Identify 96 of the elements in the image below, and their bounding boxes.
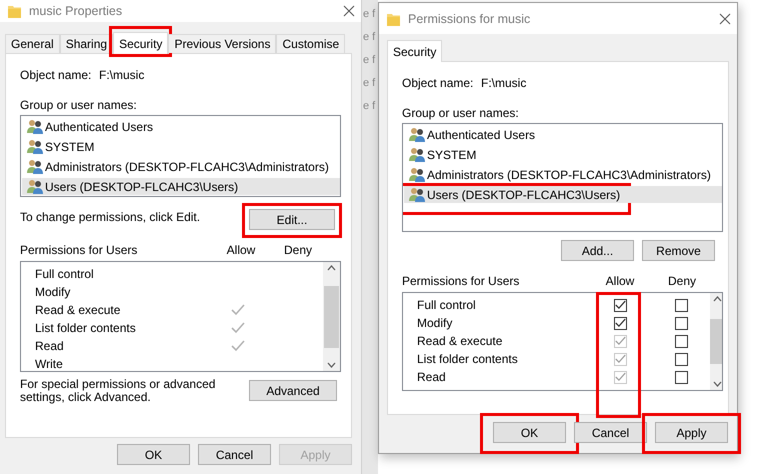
check-icon xyxy=(614,317,626,329)
background-text: e f xyxy=(363,31,376,43)
permission-name: Full control xyxy=(34,267,95,281)
user-list-item[interactable]: Administrators (DESKTOP-FLCAHC3\Administrators) xyxy=(22,158,340,175)
group-label: Group or user names: xyxy=(402,106,519,120)
check-icon xyxy=(231,304,245,316)
permission-name: Read & execute xyxy=(416,334,504,348)
remove-button[interactable]: Remove xyxy=(642,240,715,261)
user-name: Authenticated Users xyxy=(427,128,536,142)
dialog-button[interactable]: Cancel xyxy=(198,444,271,465)
tab[interactable]: Security xyxy=(113,32,168,54)
add-button[interactable]: Add... xyxy=(561,240,634,261)
scroll-up-icon[interactable] xyxy=(713,296,722,302)
permission-name: Full control xyxy=(416,298,477,312)
tab[interactable]: Previous Versions xyxy=(168,34,276,53)
check-icon xyxy=(614,371,626,383)
tab[interactable]: Security xyxy=(387,40,442,62)
user-list-item[interactable]: Users (DESKTOP-FLCAHC3\Users) xyxy=(22,178,340,195)
users-icon xyxy=(409,167,425,182)
allow-checkbox[interactable] xyxy=(614,316,626,330)
window-title: Permissions for music xyxy=(408,12,532,26)
check-icon xyxy=(614,353,626,365)
user-list-item[interactable]: Users (DESKTOP-FLCAHC3\Users) xyxy=(404,186,722,203)
user-name: Authenticated Users xyxy=(45,120,154,134)
deny-checkbox[interactable] xyxy=(674,334,688,348)
users-icon xyxy=(27,139,43,154)
users-icon xyxy=(27,119,43,134)
object-label: Object name: xyxy=(20,68,92,82)
dialog-button[interactable]: OK xyxy=(117,444,190,465)
check-icon xyxy=(231,322,245,334)
user-list-item[interactable]: SYSTEM xyxy=(404,146,722,163)
dialog-button[interactable]: OK xyxy=(493,422,566,443)
dialog-button[interactable]: Cancel xyxy=(574,422,647,443)
scroll-down-icon[interactable] xyxy=(327,362,336,368)
scrollbar[interactable] xyxy=(323,262,340,371)
user-name: Administrators (DESKTOP-FLCAHC3\Administrators) xyxy=(45,160,329,174)
user-list-item[interactable]: Authenticated Users xyxy=(22,118,340,135)
permission-name: List folder contents xyxy=(34,321,137,335)
user-list-item[interactable]: Authenticated Users xyxy=(404,126,722,143)
scroll-up-icon[interactable] xyxy=(327,265,336,271)
group-label: Group or user names: xyxy=(20,98,137,112)
dialog-button[interactable]: Apply xyxy=(655,422,728,443)
allow-header: Allow xyxy=(604,274,636,288)
permissions-label: Permissions for Users xyxy=(402,274,520,288)
user-name: SYSTEM xyxy=(45,140,94,154)
tab[interactable]: Sharing xyxy=(60,34,114,53)
allow-checkbox[interactable] xyxy=(614,298,626,312)
users-icon xyxy=(27,159,43,174)
permission-name: Read xyxy=(416,370,447,384)
background-text: e f xyxy=(363,54,376,66)
object-path: F:\music xyxy=(99,68,144,82)
users-icon xyxy=(409,147,425,162)
permission-name: List folder contents xyxy=(416,352,519,366)
user-name: Users (DESKTOP-FLCAHC3\Users) xyxy=(45,180,238,194)
background-text: e f xyxy=(363,100,376,112)
allow-header: Allow xyxy=(226,243,256,257)
deny-checkbox[interactable] xyxy=(674,370,688,384)
check-icon xyxy=(614,299,626,311)
deny-header: Deny xyxy=(282,243,313,257)
background-text: e f xyxy=(363,77,376,89)
check-icon xyxy=(614,335,626,347)
scroll-down-icon[interactable] xyxy=(713,381,722,387)
folder-icon xyxy=(387,12,400,26)
permission-name: Read & execute xyxy=(34,303,122,317)
users-icon xyxy=(409,127,425,142)
close-icon[interactable] xyxy=(719,12,731,24)
scrollbar[interactable] xyxy=(710,293,722,390)
edit-hint: To change permissions, click Edit. xyxy=(20,210,200,224)
users-icon xyxy=(409,187,425,202)
user-list-item[interactable]: SYSTEM xyxy=(22,138,340,155)
object-label: Object name: xyxy=(402,76,474,90)
object-path: F:\music xyxy=(481,76,526,90)
user-name: Users (DESKTOP-FLCAHC3\Users) xyxy=(427,188,620,202)
user-name: SYSTEM xyxy=(427,148,476,162)
permissions-label: Permissions for Users xyxy=(20,243,138,257)
deny-checkbox[interactable] xyxy=(674,352,688,366)
advanced-hint: For special permissions or advanced settings, click Advanced. xyxy=(20,378,216,404)
permission-name: Modify xyxy=(34,285,72,299)
deny-header: Deny xyxy=(666,274,697,288)
permission-name: Read xyxy=(34,339,65,353)
deny-checkbox[interactable] xyxy=(674,316,688,330)
user-name: Administrators (DESKTOP-FLCAHC3\Administrators) xyxy=(427,168,711,182)
tab[interactable]: General xyxy=(5,34,60,53)
permission-name: Write xyxy=(34,357,64,371)
user-list-item[interactable]: Administrators (DESKTOP-FLCAHC3\Administrators) xyxy=(404,166,722,183)
check-icon xyxy=(231,340,245,352)
folder-icon xyxy=(8,4,21,18)
close-icon[interactable] xyxy=(343,5,355,17)
window-title: music Properties xyxy=(29,4,124,18)
permission-name: Modify xyxy=(416,316,454,330)
tab[interactable]: Customise xyxy=(276,34,346,53)
users-icon xyxy=(27,179,43,194)
deny-checkbox[interactable] xyxy=(674,298,688,312)
edit-button[interactable]: Edit... xyxy=(249,209,335,230)
advanced-button[interactable]: Advanced xyxy=(249,380,337,401)
background-text: e f xyxy=(363,8,376,20)
